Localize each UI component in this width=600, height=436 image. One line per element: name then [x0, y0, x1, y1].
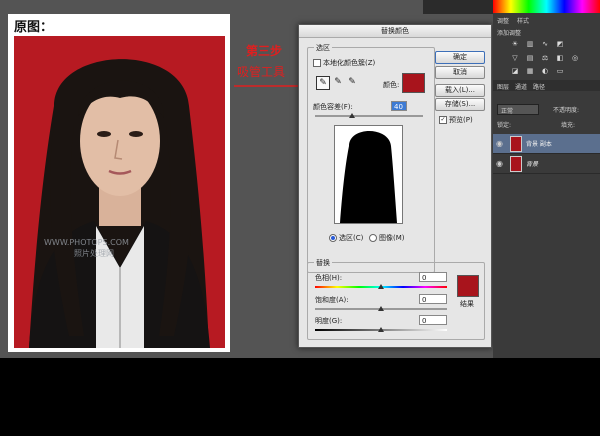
exposure-icon[interactable]: ◩ — [556, 40, 564, 48]
layer-thumbnail — [510, 136, 522, 152]
mode-selection-label: 选区(C) — [339, 234, 364, 242]
dialog-title[interactable]: 替换颜色 — [299, 25, 491, 38]
color-balance-icon[interactable]: ⚖ — [541, 54, 549, 62]
ok-button[interactable]: 确定 — [435, 51, 485, 64]
threshold-icon[interactable]: ◐ — [541, 67, 549, 75]
layer-row[interactable]: ◉ 背景 副本 — [493, 134, 600, 154]
layer-name: 背景 副本 — [526, 141, 552, 148]
watermark-url: WWW.PHOTOPS.COM — [44, 238, 129, 247]
gradient-map-icon[interactable]: ▭ — [556, 67, 564, 75]
step-annotation: 第三步 — [246, 44, 283, 58]
style-tab[interactable]: 样式 — [517, 16, 529, 25]
blend-mode-select[interactable]: 正常 — [497, 104, 539, 115]
curves-icon[interactable]: ∿ — [541, 40, 549, 48]
original-photo-card: 原图： WWW.PHOTOPS.COM 照片处理网 — [8, 14, 230, 352]
color-label: 颜色: — [383, 81, 400, 89]
layers-tab[interactable]: 图层 — [497, 82, 509, 91]
localized-clusters-checkbox[interactable]: 本地化颜色簇(Z) — [313, 58, 375, 68]
saturation-label: 饱和度(A): — [315, 296, 349, 304]
selection-legend: 选区 — [314, 43, 332, 53]
save-button[interactable]: 存储(S)... — [435, 98, 485, 111]
result-label: 结果 — [460, 300, 474, 308]
posterize-icon[interactable]: ▦ — [526, 67, 534, 75]
adjust-subtitle: 添加调整 — [497, 30, 522, 37]
selected-color-swatch[interactable] — [402, 73, 425, 93]
adjust-tab[interactable]: 调整 — [497, 16, 509, 25]
mode-selection-radio[interactable]: 选区(C) — [329, 233, 363, 243]
fill-label: 填充: — [561, 122, 576, 129]
saturation-input[interactable]: 0 — [419, 294, 447, 304]
invert-icon[interactable]: ◪ — [511, 67, 519, 75]
photo-filter-icon[interactable]: ◎ — [571, 54, 579, 62]
layers-tab-bar: 图层 通道 路径 — [493, 80, 600, 91]
paths-tab[interactable]: 路径 — [533, 82, 545, 91]
right-panels: 调整 样式 添加调整 ☀ ▥ ∿ ◩ ▽ ▤ ⚖ ◧ ◎ ◪ ▦ ◐ ▭ 图层 … — [493, 0, 600, 358]
lightness-label: 明度(G): — [315, 317, 343, 325]
visibility-eye-icon[interactable]: ◉ — [496, 159, 503, 168]
hue-label: 色相(H): — [315, 274, 343, 282]
visibility-eye-icon[interactable]: ◉ — [496, 139, 503, 148]
channels-tab[interactable]: 通道 — [515, 82, 527, 91]
preview-checkbox[interactable]: ✓ 预览(P) — [439, 115, 473, 125]
lock-label: 锁定: — [497, 122, 512, 129]
lightness-input[interactable]: 0 — [419, 315, 447, 325]
preview-label: 预览(P) — [449, 116, 473, 124]
eyedropper-minus-icon[interactable]: ✎ — [346, 76, 358, 88]
eyedropper-plus-icon[interactable]: ✎ — [332, 76, 344, 88]
eyedropper-icon[interactable]: ✎ — [316, 76, 330, 90]
saturation-slider-thumb[interactable] — [378, 306, 384, 311]
selection-preview — [334, 125, 403, 224]
lightness-slider-thumb[interactable] — [378, 327, 384, 332]
preview-check-icon[interactable]: ✓ — [439, 116, 447, 124]
hue-input[interactable]: 0 — [419, 272, 447, 282]
layer-row[interactable]: ◉ 背景 — [493, 154, 600, 174]
levels-icon[interactable]: ▥ — [526, 40, 534, 48]
result-color-swatch[interactable] — [457, 275, 479, 297]
top-toolbar-strip — [423, 0, 493, 14]
opacity-label: 不透明度: — [553, 107, 580, 114]
mode-image-radio[interactable]: 图像(M) — [369, 233, 405, 243]
bottom-black-area — [0, 358, 600, 436]
brightness-icon[interactable]: ☀ — [511, 40, 519, 48]
radio-selected-indicator[interactable] — [329, 234, 337, 242]
black-white-icon[interactable]: ◧ — [556, 54, 564, 62]
blend-mode-value: 正常 — [501, 108, 514, 115]
mode-image-label: 图像(M) — [379, 234, 405, 242]
fuzziness-slider-thumb[interactable] — [349, 113, 355, 118]
layer-name: 背景 — [526, 161, 539, 168]
fuzziness-input[interactable]: 40 — [391, 101, 407, 111]
fuzziness-slider[interactable] — [315, 115, 423, 117]
fuzziness-label: 颜色容差(F): — [313, 103, 353, 111]
layer-thumbnail — [510, 156, 522, 172]
hue-saturation-icon[interactable]: ▤ — [526, 54, 534, 62]
replace-color-dialog: 替换颜色 选区 本地化颜色簇(Z) ✎ ✎ ✎ 颜色: 颜色容差(F): 40 … — [298, 24, 492, 348]
localized-label: 本地化颜色簇(Z) — [323, 59, 376, 67]
vibrance-icon[interactable]: ▽ — [511, 54, 519, 62]
cancel-button[interactable]: 取消 — [435, 66, 485, 79]
color-spectrum-bar[interactable] — [493, 0, 600, 13]
portrait-image — [14, 36, 225, 349]
portrait-photo: WWW.PHOTOPS.COM 照片处理网 — [14, 36, 225, 349]
photo-title: 原图： — [14, 20, 54, 35]
watermark-cn: 照片处理网 — [74, 249, 114, 258]
load-button[interactable]: 载入(L)... — [435, 84, 485, 97]
replace-legend: 替换 — [314, 258, 332, 268]
radio-unselected-indicator[interactable] — [369, 234, 377, 242]
selection-mask — [340, 131, 397, 223]
checkbox-box[interactable] — [313, 59, 321, 67]
tool-annotation: 吸管工具 — [237, 65, 286, 79]
hue-slider-thumb[interactable] — [378, 284, 384, 289]
